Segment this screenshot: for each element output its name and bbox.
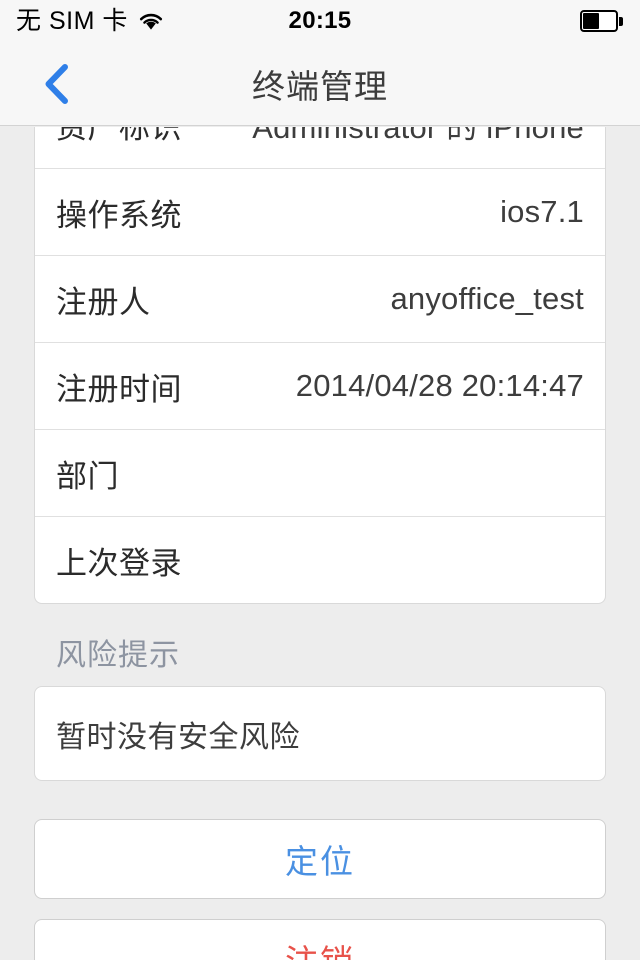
status-bar: 无 SIM 卡 20:15	[0, 0, 640, 42]
row-label: 上次登录	[56, 545, 182, 581]
device-info-card: 资产标识 Administrator 的 iPhone 操作系统 ios7.1 …	[34, 127, 606, 604]
row-label: 注册人	[56, 284, 151, 320]
nav-bar: 终端管理	[0, 42, 640, 126]
table-row[interactable]: 注册时间 2014/04/28 20:14:47	[35, 342, 605, 429]
status-bar-right	[580, 0, 623, 42]
logout-button[interactable]: 注销	[34, 919, 606, 960]
row-label: 注册时间	[56, 371, 182, 407]
chevron-left-icon	[42, 62, 72, 106]
row-label: 操作系统	[56, 197, 182, 233]
risk-card: 暂时没有安全风险	[34, 686, 606, 781]
phone-screen: 无 SIM 卡 20:15 终端管理 资产标识 Administrator 的 …	[0, 0, 640, 960]
page-title: 终端管理	[252, 68, 388, 105]
table-row[interactable]: 上次登录	[35, 516, 605, 603]
table-row[interactable]: 注册人 anyoffice_test	[35, 255, 605, 342]
scroll-content[interactable]: 资产标识 Administrator 的 iPhone 操作系统 ios7.1 …	[0, 127, 640, 960]
table-row[interactable]: 操作系统 ios7.1	[35, 168, 605, 255]
locate-button[interactable]: 定位	[34, 819, 606, 899]
row-value: ios7.1	[500, 194, 584, 229]
table-row[interactable]: 部门	[35, 429, 605, 516]
row-value: Administrator 的 iPhone	[252, 127, 584, 145]
row-value: anyoffice_test	[390, 281, 584, 316]
risk-message: 暂时没有安全风险	[56, 720, 300, 754]
battery-icon	[580, 10, 623, 32]
status-bar-clock: 20:15	[288, 7, 352, 34]
table-row[interactable]: 资产标识 Administrator 的 iPhone	[35, 127, 605, 168]
risk-section-header: 风险提示	[56, 639, 180, 672]
row-label: 部门	[56, 458, 119, 494]
row-value: 2014/04/28 20:14:47	[295, 368, 584, 403]
back-button[interactable]	[26, 42, 88, 126]
row-label: 资产标识	[56, 127, 182, 145]
